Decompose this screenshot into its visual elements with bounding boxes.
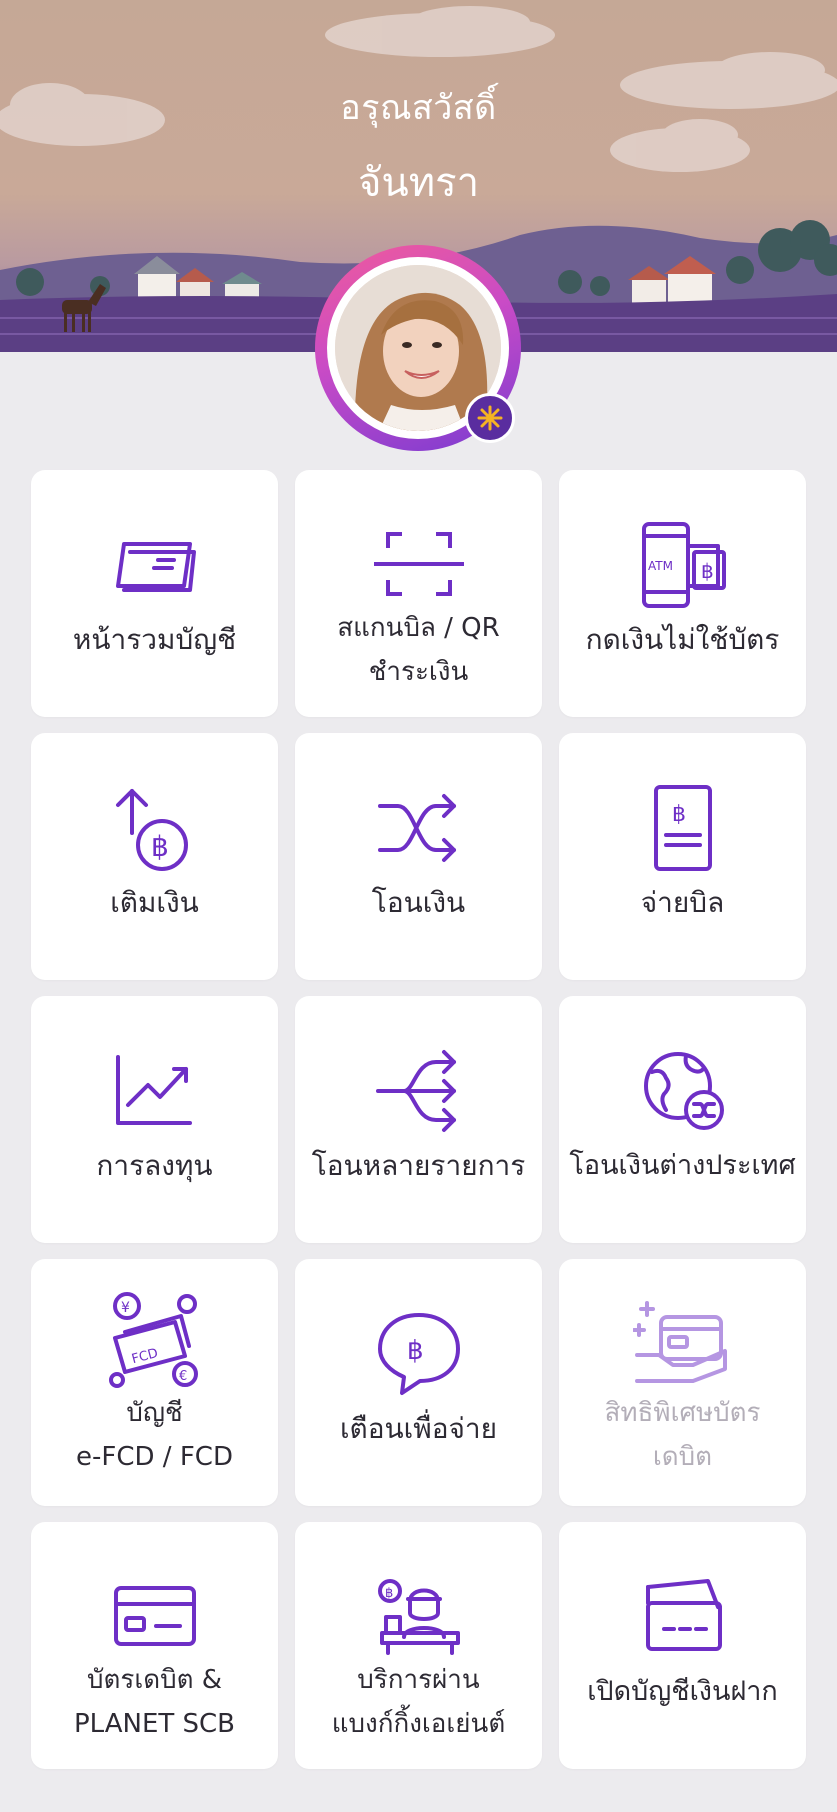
menu-label: การลงทุน — [96, 1149, 213, 1182]
menu-label: บัตรเดบิต & PLANET SCB — [73, 1665, 236, 1739]
fcd-account-icon: ¥ FCD € — [31, 1285, 278, 1395]
menu-international-transfer[interactable]: โอนเงินต่างประเทศ — [559, 996, 806, 1243]
menu-cardless-atm[interactable]: ATM ฿ กดเงินไม่ใช้บัตร — [559, 470, 806, 717]
investment-chart-icon — [31, 1036, 278, 1146]
debit-privilege-icon — [559, 1289, 806, 1399]
menu-open-deposit-account[interactable]: เปิดบัญชีเงินฝาก — [559, 1522, 806, 1769]
greeting-text: อรุณสวัสดิ์ — [340, 88, 497, 128]
menu-label: กดเงินไม่ใช้บัตร — [585, 623, 780, 656]
menu-label: เตือนเพื่อจ่าย — [339, 1412, 498, 1445]
open-deposit-account-icon — [559, 1562, 806, 1672]
menu-label: บริการผ่าน แบงก์กิ้งเอเย่นต์ — [331, 1665, 506, 1739]
menu-label: สแกนบิล / QR ชำระเงิน — [337, 613, 500, 687]
menu-label: บัญชี e-FCD / FCD — [76, 1398, 233, 1472]
menu-label: โอนหลายรายการ — [311, 1149, 526, 1182]
menu-label: จ่ายบิล — [640, 886, 725, 919]
menu-label: โอนเงิน — [371, 886, 466, 919]
menu-label: หน้ารวมบัญชี — [72, 623, 237, 656]
svg-text:€: € — [179, 1369, 187, 1384]
menu-top-up[interactable]: ฿ เติมเงิน — [31, 733, 278, 980]
scan-qr-icon — [295, 510, 542, 620]
international-transfer-icon — [559, 1036, 806, 1146]
avatar[interactable] — [315, 245, 521, 451]
menu-debit-privilege[interactable]: สิทธิพิเศษบัตร เดบิต — [559, 1259, 806, 1506]
atm-cardless-icon: ATM ฿ — [559, 510, 806, 620]
menu-bill-payment[interactable]: ฿ จ่ายบิล — [559, 733, 806, 980]
menu-fcd-account[interactable]: ¥ FCD € บัญชี e-FCD / FCD — [31, 1259, 278, 1506]
credit-card-icon — [31, 1562, 278, 1672]
svg-text:฿: ฿ — [385, 1586, 393, 1601]
svg-text:฿: ฿ — [672, 802, 686, 827]
menu-multi-transfer[interactable]: โอนหลายรายการ — [295, 996, 542, 1243]
menu-transfer[interactable]: โอนเงิน — [295, 733, 542, 980]
menu-label: เปิดบัญชีเงินฝาก — [587, 1676, 778, 1707]
payment-reminder-icon: ฿ — [295, 1299, 542, 1409]
svg-text:ATM: ATM — [648, 559, 673, 573]
menu-banking-agent[interactable]: ฿ บริการผ่าน แบงก์กิ้งเอเย่นต์ — [295, 1522, 542, 1769]
svg-text:¥: ¥ — [121, 1300, 130, 1316]
transfer-icon — [295, 773, 542, 883]
menu-scan-qr[interactable]: สแกนบิล / QR ชำระเงิน — [295, 470, 542, 717]
svg-text:฿: ฿ — [701, 559, 714, 583]
account-summary-icon — [31, 510, 278, 620]
top-up-icon: ฿ — [31, 773, 278, 883]
svg-text:฿: ฿ — [151, 830, 169, 863]
menu-payment-reminder[interactable]: ฿ เตือนเพื่อจ่าย — [295, 1259, 542, 1506]
menu-label: โอนเงินต่างประเทศ — [569, 1150, 796, 1181]
menu-label: เติมเงิน — [110, 886, 199, 919]
menu-debit-card-planet[interactable]: บัตรเดบิต & PLANET SCB — [31, 1522, 278, 1769]
menu-investment[interactable]: การลงทุน — [31, 996, 278, 1243]
menu-label: สิทธิพิเศษบัตร เดบิต — [604, 1398, 761, 1472]
svg-text:฿: ฿ — [407, 1336, 424, 1366]
user-name: จันทรา — [357, 160, 480, 206]
scb-badge-icon — [465, 393, 515, 443]
menu-account-summary[interactable]: หน้ารวมบัญชี — [31, 470, 278, 717]
multi-transfer-icon — [295, 1036, 542, 1146]
bill-payment-icon: ฿ — [559, 773, 806, 883]
banking-agent-icon: ฿ — [295, 1562, 542, 1672]
